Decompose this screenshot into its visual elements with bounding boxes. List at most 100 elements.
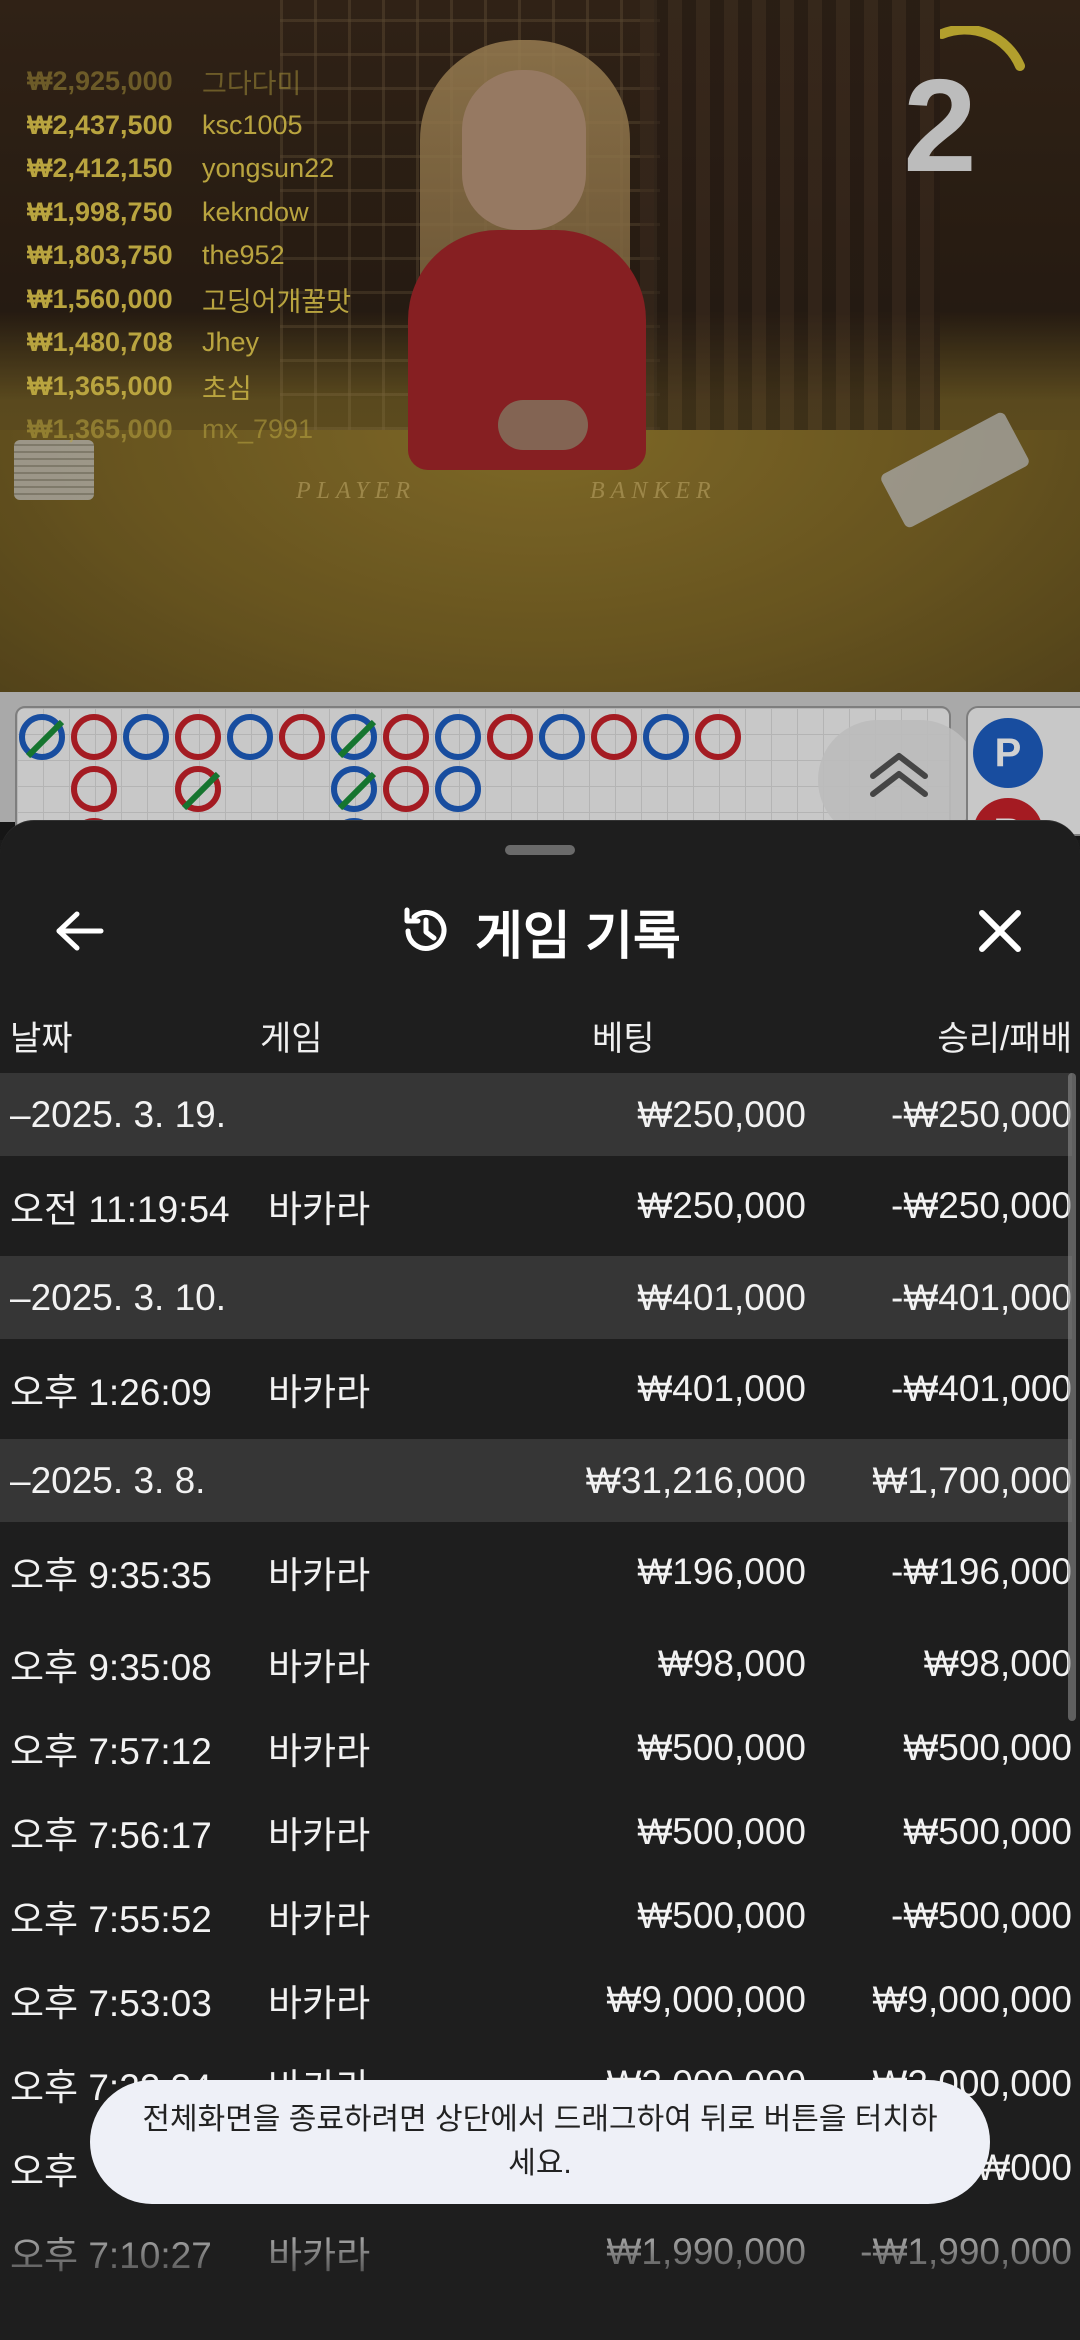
leaderboard-amount: ₩1,803,750 <box>27 240 173 271</box>
sheet-header: 게임 기록 <box>0 871 1080 991</box>
tie-mark <box>25 719 65 759</box>
leaderboard-row: ₩1,998,750 kekndow <box>27 191 351 235</box>
history-row[interactable]: 오후 7:55:52 바카라 ₩500,000 -₩500,000 <box>0 1874 1072 1958</box>
history-icon <box>404 907 447 951</box>
column-result: 승리/패배 <box>937 1020 1072 1058</box>
sheet-drag-handle[interactable] <box>505 845 575 855</box>
back-button[interactable] <box>40 901 120 961</box>
row-bet: ₩250,000 <box>637 1185 806 1226</box>
history-row[interactable]: 오후 7:53:03 바카라 ₩9,000,000 ₩9,000,000 <box>0 1958 1072 2042</box>
row-game: 바카라 <box>268 2235 371 2276</box>
row-result: ₩500,000 <box>903 1727 1072 1768</box>
row-time: 오후 7:53:03 <box>10 1983 212 2024</box>
winners-leaderboard: ₩2,925,000 그다다미 ₩2,437,500 ksc1005 ₩2,412,… <box>27 60 351 452</box>
row-time: 오후 7:10:27 <box>10 2235 212 2276</box>
felt-label-player: PLAYER <box>296 478 417 504</box>
fullscreen-exit-toast: 전체화면을 종료하려면 상단에서 드래그하여 뒤로 버튼을 터치하세요. <box>90 2080 990 2204</box>
bead-player <box>539 714 585 760</box>
history-row[interactable]: 오후 9:35:35 바카라 ₩196,000 -₩196,000 <box>0 1522 1072 1622</box>
history-row[interactable]: 오전 11:19:54 바카라 ₩250,000 -₩250,000 <box>0 1156 1072 1256</box>
bead-road[interactable] <box>15 706 951 836</box>
leaderboard-amount: ₩2,925,000 <box>27 66 173 97</box>
leaderboard-row: ₩1,480,708 Jhey <box>27 321 351 365</box>
dealer-face <box>462 70 586 230</box>
leaderboard-name: 그다다미 <box>202 69 302 100</box>
tie-mark <box>181 771 221 811</box>
bead-banker <box>383 714 429 760</box>
row-game: 바카라 <box>268 1899 371 1940</box>
row-result: -₩401,000 <box>891 1276 1072 1318</box>
bead-player <box>435 766 481 812</box>
date-group-row[interactable]: –2025. 3. 19. ₩250,000 -₩250,000 <box>0 1073 1072 1156</box>
row-bet: ₩196,000 <box>637 1551 806 1592</box>
row-game: 바카라 <box>268 1189 371 1230</box>
row-bet: ₩98,000 <box>657 1643 806 1684</box>
row-result: -₩500,000 <box>891 1895 1072 1936</box>
row-bet: ₩31,216,000 <box>585 1459 806 1501</box>
bead-banker <box>71 766 117 812</box>
row-date: –2025. 3. 8. <box>10 1459 206 1501</box>
bead-banker <box>695 714 741 760</box>
leaderboard-name: Jhey <box>202 327 260 358</box>
leaderboard-amount: ₩1,365,000 <box>27 370 173 401</box>
row-time: 오후 7:57:12 <box>10 1731 212 1772</box>
bead-banker <box>71 714 117 760</box>
bead-banker <box>487 714 533 760</box>
sheet-title: 게임 기록 <box>475 907 681 966</box>
row-game: 바카라 <box>268 1647 371 1688</box>
leaderboard-name: ksc1005 <box>202 109 303 140</box>
row-bet: ₩401,000 <box>637 1368 806 1409</box>
history-row[interactable]: 오후 1:26:09 바카라 ₩401,000 -₩401,000 <box>0 1339 1072 1439</box>
row-result: -₩250,000 <box>891 1093 1072 1135</box>
history-row[interactable]: 오후 7:57:12 바카라 ₩500,000 ₩500,000 <box>0 1706 1072 1790</box>
leaderboard-name: the952 <box>202 240 285 271</box>
row-time: 오후 7:55:52 <box>10 1899 212 1940</box>
row-bet: ₩500,000 <box>637 1811 806 1852</box>
row-result: -₩401,000 <box>891 1368 1072 1409</box>
title-wrap: 게임 기록 <box>0 871 1080 991</box>
row-date: –2025. 3. 19. <box>10 1093 227 1135</box>
countdown-timer: 2 <box>903 52 977 199</box>
history-row[interactable]: 오후 7:10:27 바카라 ₩1,990,000 -₩1,990,000 <box>0 2210 1072 2294</box>
arrow-left-icon <box>56 911 104 951</box>
scrollbar[interactable] <box>1068 1073 1076 1721</box>
row-game: 바카라 <box>268 1555 371 1596</box>
leaderboard-name: kekndow <box>202 196 309 227</box>
row-time: 오후 9:35:08 <box>10 1647 212 1688</box>
row-game: 바카라 <box>268 1372 371 1413</box>
row-time: 오후 7:56:17 <box>10 1815 212 1856</box>
row-time: 오전 11:19:54 <box>10 1189 230 1230</box>
row-result: ₩9,000,000 <box>872 1979 1072 2020</box>
date-group-row[interactable]: –2025. 3. 10. ₩401,000 -₩401,000 <box>0 1256 1072 1339</box>
bead-banker <box>591 714 637 760</box>
row-bet: ₩250,000 <box>637 1093 806 1135</box>
row-bet: ₩500,000 <box>637 1727 806 1768</box>
row-time: 오후 <box>10 2151 79 2192</box>
row-result: -₩196,000 <box>891 1551 1072 1592</box>
column-bet: 베팅 <box>592 1020 655 1058</box>
leaderboard-amount: ₩1,998,750 <box>27 196 173 227</box>
bead-player <box>123 714 169 760</box>
side-stats-board: P B <box>966 706 1080 836</box>
row-result: ₩1,700,000 <box>872 1459 1072 1501</box>
bead-player <box>643 714 689 760</box>
row-result: ₩500,000 <box>903 1811 1072 1852</box>
leaderboard-row: ₩1,803,750 the952 <box>27 234 351 278</box>
row-bet: ₩401,000 <box>637 1276 806 1318</box>
row-result: ₩000 <box>975 2147 1072 2188</box>
history-row[interactable]: 오후 7:56:17 바카라 ₩500,000 ₩500,000 <box>0 1790 1072 1874</box>
date-group-row[interactable]: –2025. 3. 8. ₩31,216,000 ₩1,700,000 <box>0 1439 1072 1522</box>
dealer-hands <box>498 400 588 450</box>
leaderboard-row: ₩1,365,000 초심 <box>27 365 351 409</box>
bead-banker <box>279 714 325 760</box>
leaderboard-amount: ₩1,560,000 <box>27 283 173 314</box>
close-button[interactable] <box>960 901 1040 961</box>
leaderboard-amount: ₩1,365,000 <box>27 414 173 445</box>
live-video: PLAYER BANKER ₩2,925,000 그다다미 ₩2,437,500 k… <box>0 0 1080 692</box>
player-chip: P <box>973 718 1043 788</box>
history-row[interactable]: 오후 9:35:08 바카라 ₩98,000 ₩98,000 <box>0 1622 1072 1706</box>
row-game: 바카라 <box>268 1731 371 1772</box>
row-bet: ₩500,000 <box>637 1895 806 1936</box>
row-time: 오후 1:26:09 <box>10 1372 212 1413</box>
row-date: –2025. 3. 10. <box>10 1276 227 1318</box>
